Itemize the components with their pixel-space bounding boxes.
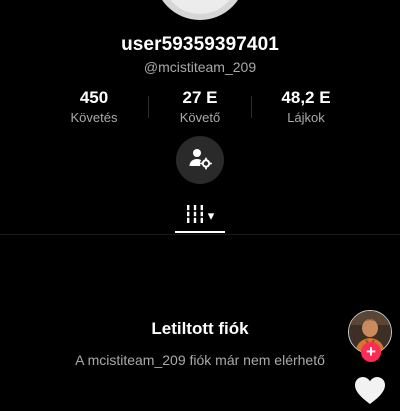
stat-following-value: 450 [79,88,109,107]
tab-divider [0,234,400,235]
tab-videos[interactable]: ▾ [175,200,225,232]
profile-handle: @mcistiteam_209 [143,59,257,75]
profile-avatar[interactable] [154,0,246,20]
follow-button[interactable]: + [361,342,381,362]
stat-followers-label: Követő [179,110,221,125]
blocked-account-title: Letiltott fiók [151,319,249,338]
stat-followers[interactable]: 27 E Követő [145,88,255,127]
user-settings-icon [188,146,213,175]
stat-following[interactable]: 450 Követés [39,88,149,127]
stat-likes-label: Lájkok [287,110,325,125]
stat-followers-value: 27 E [182,88,218,107]
tab-active-indicator [175,231,225,233]
profile-stats: 450 Követés 27 E Követő 48,2 E Lájkok [0,88,400,128]
user-settings-button[interactable] [176,136,224,184]
stat-likes[interactable]: 48,2 E Lájkok [251,88,361,127]
tab-dropdown-icon: ▾ [207,208,215,223]
profile-username: user59359397401 [121,34,279,55]
heart-icon[interactable] [354,376,386,406]
blocked-account-message: A mcistiteam_209 fiók már nem elérhető [75,352,325,368]
stat-following-label: Követés [70,110,118,125]
stat-likes-value: 48,2 E [281,88,331,107]
videos-grid-icon [185,204,204,229]
